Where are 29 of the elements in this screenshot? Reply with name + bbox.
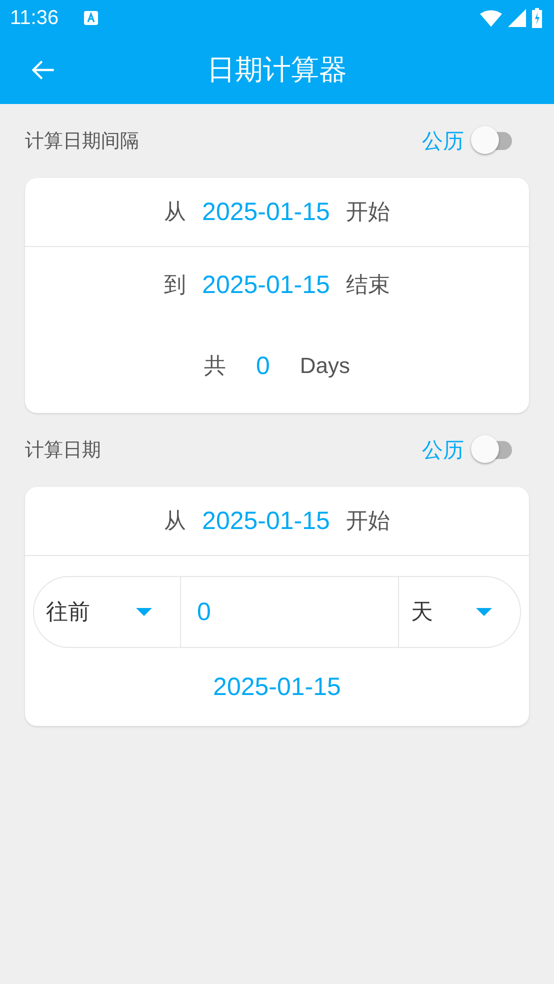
calendar-label: 公历	[422, 437, 464, 464]
from-label: 从	[164, 199, 186, 227]
result-date: 2025-01-15	[213, 672, 341, 702]
signal-icon	[508, 9, 526, 27]
section-title: 计算日期	[25, 438, 102, 463]
status-time: 11:36	[10, 6, 59, 30]
date-offset-field[interactable]: 往前 0 天	[33, 576, 521, 648]
calendar-label: 公历	[422, 128, 464, 155]
end-date[interactable]: 2025-01-15	[202, 270, 330, 300]
app-title: 日期计算器	[207, 52, 347, 88]
section-title: 计算日期间隔	[25, 129, 140, 154]
dropdown-caret-icon	[136, 608, 152, 616]
amount-field[interactable]: 0	[180, 577, 398, 647]
start-suffix: 开始	[346, 199, 390, 227]
to-label: 到	[164, 272, 186, 300]
total-unit: Days	[300, 353, 350, 379]
direction-dropdown[interactable]: 往前	[34, 577, 180, 647]
total-value: 0	[254, 352, 271, 380]
from-label: 从	[164, 508, 186, 536]
battery-icon	[532, 8, 542, 28]
dropdown-caret-icon	[476, 608, 492, 616]
start-date[interactable]: 2025-01-15	[202, 506, 330, 536]
end-suffix: 结束	[346, 272, 390, 300]
total-label: 共	[204, 353, 226, 381]
wifi-icon	[480, 10, 502, 26]
start-suffix: 开始	[346, 508, 390, 536]
notification-icon	[82, 10, 99, 26]
start-date[interactable]: 2025-01-15	[202, 198, 330, 226]
unit-dropdown[interactable]: 天	[398, 577, 520, 647]
